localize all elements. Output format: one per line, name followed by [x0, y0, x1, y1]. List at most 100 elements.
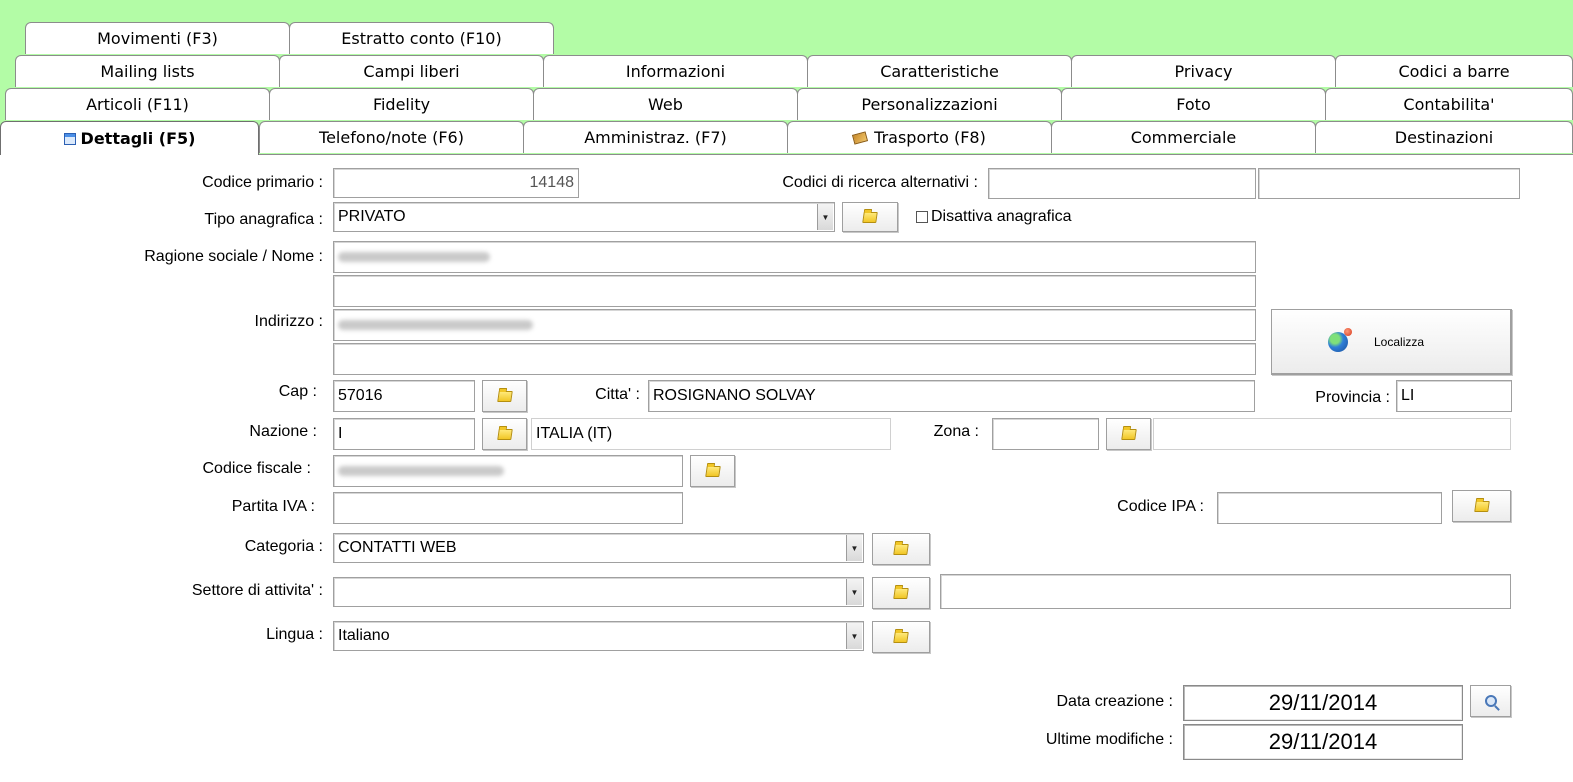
tab-articoli[interactable]: Articoli (F11): [5, 88, 270, 120]
redacted-text: [338, 252, 490, 262]
tab-campi-liberi[interactable]: Campi liberi: [279, 55, 544, 87]
tipo-anagrafica-value: PRIVATO: [338, 208, 406, 225]
zona-description: [1153, 418, 1511, 450]
tab-telefono-note[interactable]: Telefono/note (F6): [259, 121, 524, 153]
nazione-browse-button[interactable]: [482, 418, 527, 450]
tab-label: Destinazioni: [1394, 128, 1494, 147]
nazione-label: Nazione :: [249, 423, 317, 440]
codici-ricerca-label: Codici di ricerca alternativi :: [782, 174, 978, 191]
tab-label: Foto: [1176, 95, 1211, 114]
tab-label: Commerciale: [1130, 128, 1237, 147]
categoria-select[interactable]: CONTATTI WEB ▼: [333, 533, 864, 563]
zona-label: Zona :: [933, 423, 979, 440]
tab-label: Dettagli (F5): [80, 129, 196, 148]
codice-ipa-browse-button[interactable]: [1452, 490, 1511, 522]
provincia-field[interactable]: LI: [1396, 380, 1512, 412]
tab-label: Caratteristiche: [880, 62, 999, 81]
citta-field[interactable]: ROSIGNANO SOLVAY: [648, 380, 1255, 412]
settore-browse-button[interactable]: [872, 577, 930, 609]
folder-icon: [1120, 428, 1137, 440]
codice-fiscale-browse-button[interactable]: [690, 455, 735, 487]
indirizzo-field-2[interactable]: [333, 343, 1256, 375]
lingua-browse-button[interactable]: [872, 621, 930, 653]
tab-contabilita[interactable]: Contabilita': [1325, 88, 1573, 120]
tab-label: Campi liberi: [363, 62, 460, 81]
tab-amministrazione[interactable]: Amministraz. (F7): [523, 121, 788, 153]
tab-label: Informazioni: [625, 62, 726, 81]
categoria-browse-button[interactable]: [872, 533, 930, 565]
dropdown-arrow-icon[interactable]: ▼: [846, 623, 862, 649]
folder-icon: [496, 390, 513, 402]
codice-primario-field[interactable]: 14148: [333, 168, 579, 198]
data-creazione-lookup-button[interactable]: [1470, 685, 1511, 717]
folder-icon: [704, 465, 721, 477]
disattiva-anagrafica-label: Disattiva anagrafica: [931, 208, 1072, 225]
tab-mailing-lists[interactable]: Mailing lists: [15, 55, 280, 87]
ragione-sociale-field-2[interactable]: [333, 275, 1256, 307]
tipo-anagrafica-select[interactable]: PRIVATO ▼: [333, 202, 835, 232]
ultime-modifiche-label: Ultime modifiche :: [1045, 731, 1173, 748]
tab-movimenti[interactable]: Movimenti (F3): [25, 22, 290, 54]
tab-label: Personalizzazioni: [861, 95, 998, 114]
tab-trasporto[interactable]: Trasporto (F8): [787, 121, 1052, 153]
data-creazione-field[interactable]: 29/11/2014: [1183, 685, 1463, 721]
zona-field[interactable]: [992, 418, 1099, 450]
nazione-description: ITALIA (IT): [531, 418, 891, 450]
dropdown-arrow-icon[interactable]: ▼: [846, 535, 862, 561]
citta-value: ROSIGNANO SOLVAY: [653, 387, 816, 404]
codice-fiscale-field[interactable]: [333, 455, 683, 487]
citta-label: Citta' :: [595, 386, 640, 403]
lingua-select[interactable]: Italiano ▼: [333, 621, 864, 651]
tab-label: Codici a barre: [1398, 62, 1510, 81]
codice-ipa-label: Codice IPA :: [1117, 498, 1204, 515]
localizza-label: Localizza: [1374, 334, 1425, 349]
ragione-sociale-label: Ragione sociale / Nome :: [144, 248, 323, 265]
cap-field[interactable]: 57016: [333, 380, 475, 412]
data-creazione-label: Data creazione :: [1056, 693, 1173, 710]
partita-iva-field[interactable]: [333, 492, 683, 524]
ultime-modifiche-value: 29/11/2014: [1268, 729, 1378, 754]
dropdown-arrow-icon[interactable]: ▼: [846, 579, 862, 605]
tab-label: Mailing lists: [100, 62, 195, 81]
tab-codici-a-barre[interactable]: Codici a barre: [1335, 55, 1573, 87]
settore-select[interactable]: ▼: [333, 577, 864, 607]
indirizzo-field[interactable]: [333, 309, 1256, 341]
ragione-sociale-field[interactable]: [333, 241, 1256, 273]
dropdown-arrow-icon[interactable]: ▼: [817, 204, 833, 230]
categoria-label: Categoria :: [244, 538, 323, 555]
tab-personalizzazioni[interactable]: Personalizzazioni: [797, 88, 1062, 120]
tab-label: Telefono/note (F6): [319, 128, 464, 147]
indirizzo-label: Indirizzo :: [254, 313, 323, 330]
cap-value: 57016: [338, 387, 383, 404]
localizza-button[interactable]: Localizza: [1271, 309, 1512, 375]
codice-fiscale-label: Codice fiscale :: [202, 460, 312, 477]
codici-ricerca-field-1[interactable]: [988, 168, 1256, 199]
tab-label: Movimenti (F3): [97, 29, 218, 48]
tab-estratto-conto[interactable]: Estratto conto (F10): [289, 22, 554, 54]
tab-informazioni[interactable]: Informazioni: [543, 55, 808, 87]
tab-foto[interactable]: Foto: [1061, 88, 1326, 120]
tab-dettagli[interactable]: Dettagli (F5): [0, 121, 259, 155]
codice-ipa-field[interactable]: [1217, 492, 1442, 524]
tab-commerciale[interactable]: Commerciale: [1051, 121, 1316, 153]
tab-web[interactable]: Web: [533, 88, 798, 120]
codice-primario-value: 14148: [529, 174, 575, 191]
zona-browse-button[interactable]: [1106, 418, 1151, 450]
nazione-field[interactable]: I: [333, 418, 475, 450]
cap-browse-button[interactable]: [482, 380, 527, 412]
data-creazione-value: 29/11/2014: [1268, 690, 1378, 715]
tab-caratteristiche[interactable]: Caratteristiche: [807, 55, 1072, 87]
tipo-anagrafica-browse-button[interactable]: [842, 202, 898, 232]
tab-fidelity[interactable]: Fidelity: [269, 88, 534, 120]
ultime-modifiche-field[interactable]: 29/11/2014: [1183, 724, 1463, 760]
globe-icon: [1328, 327, 1352, 352]
nazione-value: I: [338, 425, 343, 442]
folder-icon: [862, 211, 878, 223]
disattiva-anagrafica-checkbox[interactable]: [916, 211, 928, 223]
tab-label: Web: [648, 95, 683, 114]
tab-privacy[interactable]: Privacy: [1071, 55, 1336, 87]
settore-description[interactable]: [940, 574, 1511, 609]
tab-label: Privacy: [1174, 62, 1233, 81]
codici-ricerca-field-2[interactable]: [1258, 168, 1520, 199]
tab-destinazioni[interactable]: Destinazioni: [1315, 121, 1573, 153]
